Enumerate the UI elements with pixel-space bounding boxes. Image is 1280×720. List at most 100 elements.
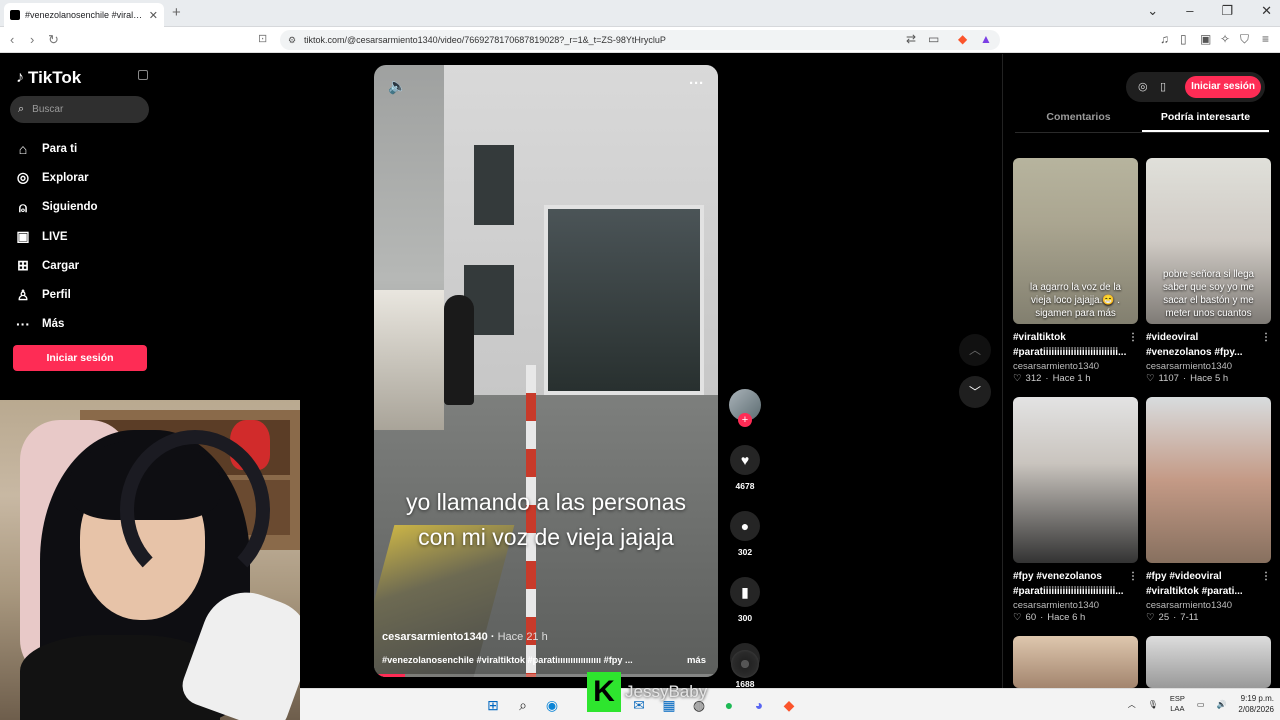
card-more-icon[interactable]: ⋮ [1128, 569, 1138, 584]
author-avatar[interactable]: + [729, 389, 761, 427]
clock[interactable]: 9:19 p.m. 2/08/2026 [1238, 693, 1274, 715]
menu-icon[interactable]: ≡ [1262, 32, 1269, 46]
start-icon[interactable]: ⊞ [484, 696, 502, 714]
video-card[interactable]: #fpy #venezolanos #paratiiiiiiiiiiiiiiiii… [1013, 397, 1138, 623]
bookmark-icon[interactable]: ⊡ [258, 32, 267, 45]
video-actions: + ♥ 4678 ● 302 ▮ 300 ➦ 1688 [727, 389, 763, 689]
sidebar-item-cargar[interactable]: ⊞ Cargar [14, 251, 98, 280]
video-author[interactable]: cesarsarmiento1340 · Hace 21 h [382, 631, 548, 643]
next-video-button[interactable]: ﹀ [959, 376, 991, 408]
video-thumbnail[interactable] [1146, 397, 1271, 563]
tiktok-logo[interactable]: ♪ TikTok [16, 68, 81, 88]
card-author[interactable]: cesarsarmiento1340 [1146, 600, 1271, 611]
heart-outline-icon: ♡ [1146, 612, 1155, 623]
brand-name: TikTok [28, 68, 82, 87]
right-panel-tabs: Comentarios Podría interesarte [1015, 109, 1269, 133]
like-action[interactable]: ♥ 4678 [727, 445, 763, 491]
discord-icon[interactable]: ◕ [750, 696, 768, 714]
card-more-icon[interactable]: ⋮ [1261, 330, 1271, 345]
sidebar-item-live[interactable]: ▣ LIVE [14, 222, 98, 251]
video-card[interactable]: pobre señora si llega saber que soy yo m… [1146, 158, 1271, 384]
card-more-icon[interactable]: ⋮ [1128, 330, 1138, 345]
thumbnail-caption: la agarro la voz de la vieja loco jajajj… [1030, 282, 1121, 319]
edge-icon[interactable]: ◉ [543, 696, 561, 714]
tray-overflow-icon[interactable]: ︿ [1128, 699, 1136, 710]
close-window-icon[interactable]: ✕ [1261, 3, 1272, 19]
tab-podria-interesarte[interactable]: Podría interesarte [1142, 109, 1269, 132]
video-card[interactable] [1146, 636, 1271, 688]
url-bar[interactable]: ⚙ tiktok.com/@cesarsarmiento1340/video/7… [280, 30, 1000, 50]
card-author[interactable]: cesarsarmiento1340 [1146, 361, 1271, 372]
search-input[interactable]: ⌕ Buscar [10, 96, 149, 123]
volume-icon[interactable]: 🔊 [1216, 700, 1226, 709]
video-thumbnail[interactable] [1013, 397, 1138, 563]
sidebar-item-mas[interactable]: ··· Más [14, 310, 98, 339]
language-indicator[interactable]: ESP LAA [1170, 694, 1185, 714]
search-icon[interactable]: ⌕ [514, 696, 532, 714]
sidebar-item-label: Más [42, 318, 65, 331]
save-action[interactable]: ▮ 300 [727, 577, 763, 623]
comment-action[interactable]: ● 302 [727, 511, 763, 557]
site-info-icon[interactable]: ⚙ [288, 30, 296, 50]
sidebar-item-siguiendo[interactable]: ⍝ Siguiendo [14, 193, 98, 222]
video-thumbnail[interactable] [1013, 636, 1138, 688]
tab-comentarios[interactable]: Comentarios [1015, 109, 1142, 132]
sidebar-item-label: Explorar [42, 171, 89, 184]
video-card[interactable]: #fpy #videoviral #viraltiktok #parati... ⋮… [1146, 397, 1271, 623]
music-disc-icon[interactable] [731, 650, 759, 678]
video-thumbnail[interactable]: la agarro la voz de la vieja loco jajajj… [1013, 158, 1138, 324]
reload-icon[interactable]: ↻ [48, 32, 59, 48]
vpn-icon[interactable]: ⛉ [1240, 32, 1249, 47]
cast-icon[interactable]: ▭ [928, 32, 939, 46]
sidebar-item-perfil[interactable]: ♙ Perfil [14, 280, 98, 309]
card-title[interactable]: #fpy #venezolanos #paratiiiiiiiiiiiiiiiii… [1013, 569, 1138, 599]
user-plus-icon: ⍝ [18, 198, 28, 215]
follow-plus-icon[interactable]: + [738, 413, 752, 427]
browser-tab[interactable]: #venezolanosenchile #viraltiktok ✕ [4, 3, 164, 27]
brave-shields-icon[interactable]: ◆ [958, 32, 967, 46]
tab-list-icon[interactable]: ⌄ [1147, 3, 1158, 19]
video-thumbnail[interactable] [1146, 636, 1271, 688]
sidebar-item-para-ti[interactable]: ⌂ Para ti [14, 134, 98, 163]
login-button[interactable]: Iniciar sesión [13, 345, 147, 371]
comment-count: 302 [737, 547, 753, 557]
coin-icon[interactable]: ◎ [1138, 80, 1148, 93]
volume-icon[interactable]: 🔈 [388, 77, 407, 95]
mobile-app-icon[interactable]: ▯ [1160, 80, 1166, 93]
previous-video-button[interactable]: ︿ [959, 334, 991, 366]
card-title[interactable]: #videoviral #venezolanos #fpy... ⋮ [1146, 330, 1271, 360]
card-title[interactable]: #fpy #videoviral #viraltiktok #parati... ⋮ [1146, 569, 1271, 599]
sidebar-toggle-icon[interactable]: ▯ [1180, 32, 1187, 46]
restore-icon[interactable]: ❐ [1221, 3, 1233, 19]
leo-icon[interactable]: ✧ [1220, 32, 1230, 46]
card-title[interactable]: #viraltiktok #paratiiiiiiiiiiiiiiiiiiiiii… [1013, 330, 1138, 360]
new-tab-button[interactable]: + [172, 4, 181, 21]
heart-outline-icon: ♡ [1146, 373, 1155, 384]
forward-icon[interactable]: › [30, 32, 34, 47]
network-icon[interactable]: ▭ [1197, 700, 1205, 709]
more-description-button[interactable]: más [687, 655, 706, 666]
video-card[interactable] [1013, 636, 1138, 688]
card-author[interactable]: cesarsarmiento1340 [1013, 361, 1138, 372]
card-author[interactable]: cesarsarmiento1340 [1013, 600, 1138, 611]
header-login-button[interactable]: Iniciar sesión [1185, 76, 1261, 98]
minimize-icon[interactable]: – [1186, 3, 1193, 19]
video-card[interactable]: la agarro la voz de la vieja loco jajajj… [1013, 158, 1138, 384]
video-thumbnail[interactable]: pobre señora si llega saber que soy yo m… [1146, 158, 1271, 324]
more-options-icon[interactable]: ··· [689, 75, 704, 92]
close-tab-icon[interactable]: ✕ [149, 9, 158, 22]
card-more-icon[interactable]: ⋮ [1261, 569, 1271, 584]
back-icon[interactable]: ‹ [10, 32, 14, 47]
spotify-icon[interactable]: ● [720, 696, 738, 714]
rewards-icon[interactable]: ▲ [980, 32, 992, 46]
microphone-icon[interactable]: 🎙 [1148, 700, 1158, 709]
brave-icon[interactable]: ◆ [780, 696, 798, 714]
sidebar-item-explorar[interactable]: ◎ Explorar [14, 163, 98, 192]
tiktok-favicon-icon [10, 10, 20, 20]
wallet-icon[interactable]: ▣ [1200, 32, 1211, 46]
collapse-sidebar-icon[interactable] [138, 70, 148, 80]
video-player[interactable]: yo llamando a las personas con mi voz de… [374, 65, 718, 677]
translate-icon[interactable]: ⇄ [906, 32, 916, 46]
video-hashtags[interactable]: #venezolanosenchile #viraltiktok #parati… [382, 655, 672, 665]
media-icon[interactable]: ♫ [1160, 32, 1169, 46]
